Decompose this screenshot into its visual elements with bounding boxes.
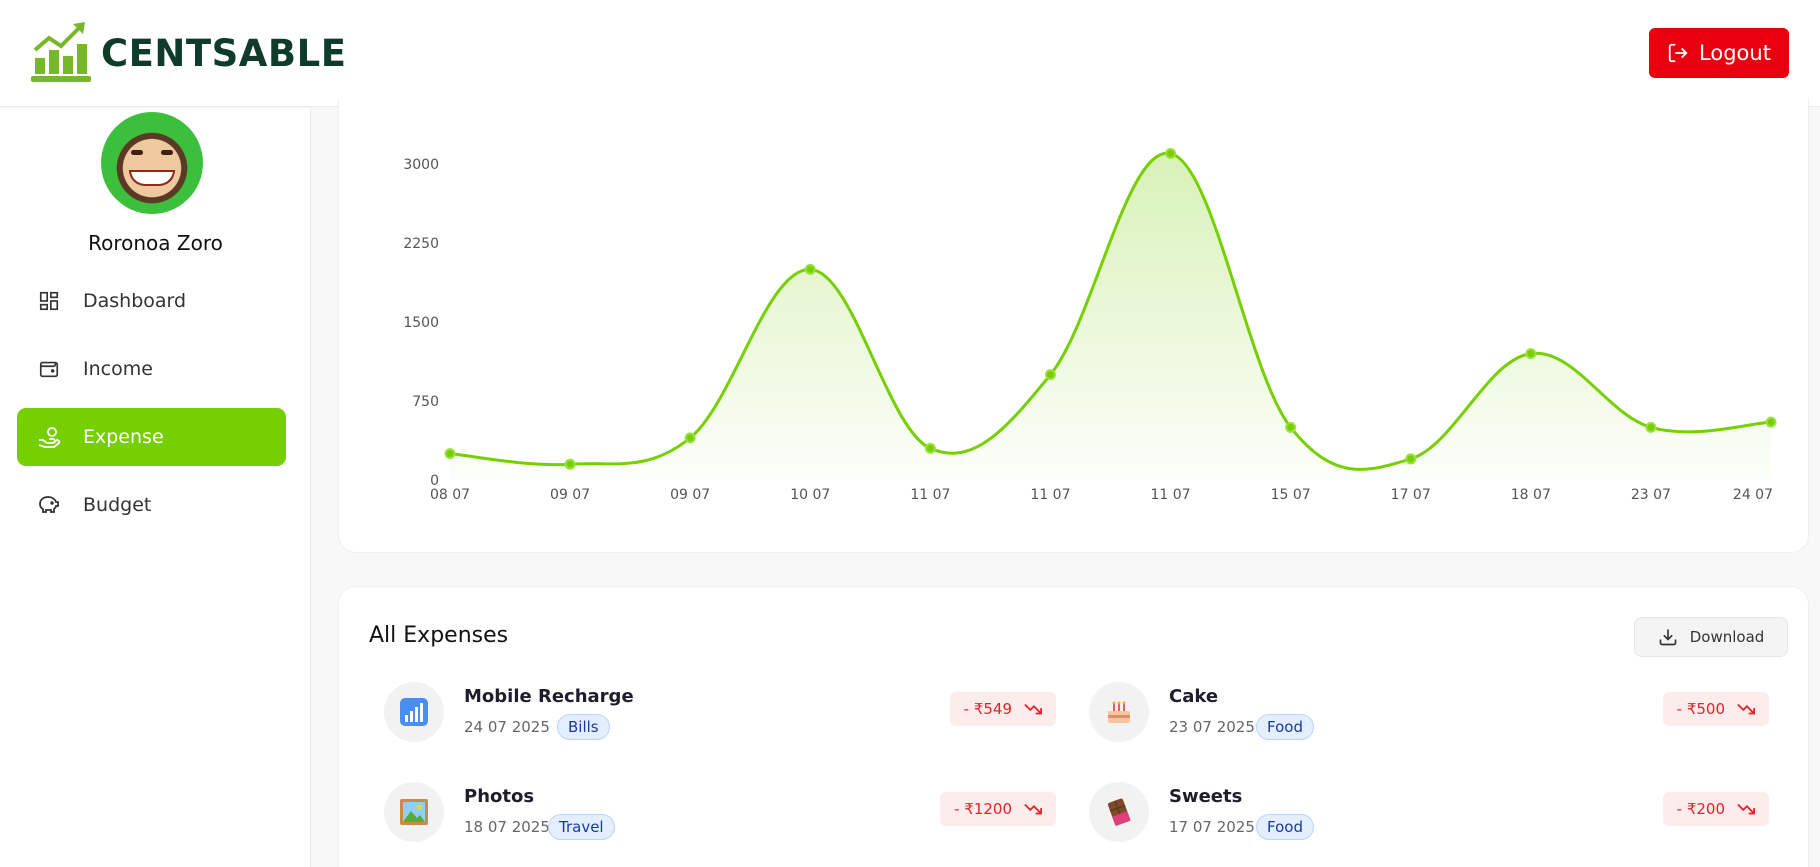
expense-date: 23 07 2025	[1169, 718, 1255, 736]
expense-amount: - ₹1200	[954, 800, 1012, 818]
app-header: CENTSABLE Logout	[0, 0, 1820, 107]
y-tick-label: 2250	[403, 236, 439, 252]
chart-point	[1044, 369, 1056, 381]
expense-item[interactable]: Photos 18 07 2025 Travel - ₹1200	[384, 782, 1064, 852]
chart-point	[1405, 453, 1417, 465]
dashboard-icon	[37, 289, 61, 313]
chart-point	[924, 442, 936, 454]
amount-badge: - ₹500	[1662, 692, 1769, 726]
x-tick-label: 09 07	[670, 487, 710, 503]
expense-name: Mobile Recharge	[464, 686, 634, 707]
amount-badge: - ₹200	[1662, 792, 1769, 826]
user-name: Roronoa Zoro	[88, 231, 223, 255]
category-badge: Food	[1256, 714, 1314, 740]
chocolate-icon	[1089, 782, 1149, 842]
x-tick-label: 15 07	[1271, 487, 1311, 503]
chart-point	[684, 432, 696, 444]
chart-area-fill	[450, 153, 1771, 480]
chart-point	[1285, 421, 1297, 433]
download-button[interactable]: Download	[1634, 617, 1788, 657]
all-expenses-card: All Expenses Download Mobile Recharge 24…	[338, 586, 1809, 867]
x-tick-label: 11 07	[1150, 487, 1190, 503]
y-tick-label: 3000	[403, 157, 439, 173]
sidebar-item-dashboard[interactable]: Dashboard	[17, 272, 286, 330]
x-tick-label: 24 07	[1733, 487, 1773, 503]
expense-amount: - ₹200	[1676, 800, 1725, 818]
x-tick-label: 11 07	[910, 487, 950, 503]
sidebar-item-label: Income	[83, 358, 153, 380]
y-tick-label: 750	[412, 394, 439, 410]
trend-down-icon	[1024, 703, 1042, 715]
download-icon	[1659, 629, 1677, 646]
logout-icon	[1668, 43, 1688, 63]
chart-point	[1525, 348, 1537, 360]
hand-coins-icon	[37, 425, 61, 449]
piggy-bank-icon	[37, 493, 61, 517]
expense-name: Cake	[1169, 686, 1219, 707]
y-tick-label: 1500	[403, 315, 439, 331]
section-title: All Expenses	[369, 623, 509, 648]
expense-item[interactable]: Cake 23 07 2025 Food - ₹500	[1089, 682, 1769, 752]
chart-point	[804, 263, 816, 275]
x-tick-label: 18 07	[1511, 487, 1551, 503]
expense-item[interactable]: Sweets 17 07 2025 Food - ₹200	[1089, 782, 1769, 852]
growth-chart-icon	[31, 22, 91, 82]
wallet-icon	[37, 357, 61, 381]
sidebar: Roronoa Zoro Dashboard Income Expense Bu…	[0, 108, 311, 867]
expense-chart-card: 0 750 1500 2250 3000 08 07 09 07 09 07 10 07 11 0…	[338, 98, 1809, 553]
chart-point	[1165, 147, 1177, 159]
logout-button[interactable]: Logout	[1649, 28, 1789, 78]
avatar-eye	[161, 150, 173, 155]
category-badge: Bills	[557, 714, 610, 740]
expense-date: 24 07 2025	[464, 718, 550, 736]
chart-point	[564, 458, 576, 470]
chart-point	[1765, 416, 1777, 428]
sidebar-nav: Dashboard Income Expense Budget	[17, 272, 286, 544]
expense-amount: - ₹500	[1676, 700, 1725, 718]
trend-down-icon	[1737, 703, 1755, 715]
download-label: Download	[1689, 628, 1765, 646]
x-tick-label: 08 07	[430, 487, 470, 503]
x-tick-label: 11 07	[1030, 487, 1070, 503]
expense-amount: - ₹549	[963, 700, 1012, 718]
amount-badge: - ₹549	[949, 692, 1056, 726]
avatar-eye	[131, 150, 143, 155]
avatar[interactable]	[101, 112, 203, 214]
signal-bars-icon	[384, 682, 444, 742]
sidebar-item-label: Budget	[83, 494, 152, 516]
trend-down-icon	[1024, 803, 1042, 815]
category-badge: Food	[1256, 814, 1314, 840]
expense-item[interactable]: Mobile Recharge 24 07 2025 Bills - ₹549	[384, 682, 1064, 752]
sidebar-item-income[interactable]: Income	[17, 340, 286, 398]
sidebar-item-label: Dashboard	[83, 290, 187, 312]
brand-name: CENTSABLE	[101, 31, 347, 75]
sidebar-item-budget[interactable]: Budget	[17, 476, 286, 534]
trend-down-icon	[1737, 803, 1755, 815]
expense-line-chart: 075015002250300008 07 09 07 09 07 10 07 11 0…	[403, 147, 1777, 503]
brand-logo[interactable]: CENTSABLE	[31, 22, 346, 84]
cake-icon	[1089, 682, 1149, 742]
x-tick-label: 10 07	[790, 487, 830, 503]
expense-date: 17 07 2025	[1169, 818, 1255, 836]
category-badge: Travel	[548, 814, 615, 840]
expense-name: Sweets	[1169, 786, 1243, 807]
avatar-mouth	[129, 170, 175, 186]
x-tick-label: 09 07	[550, 487, 590, 503]
logout-label: Logout	[1699, 41, 1771, 65]
expense-name: Photos	[464, 786, 535, 807]
chart-point	[1645, 421, 1657, 433]
sidebar-item-label: Expense	[83, 426, 164, 448]
amount-badge: - ₹1200	[940, 792, 1056, 826]
x-tick-label: 23 07	[1631, 487, 1671, 503]
expense-date: 18 07 2025	[464, 818, 550, 836]
sidebar-item-expense[interactable]: Expense	[17, 408, 286, 466]
x-tick-label: 17 07	[1391, 487, 1431, 503]
picture-icon	[384, 782, 444, 842]
chart-point	[444, 448, 456, 460]
